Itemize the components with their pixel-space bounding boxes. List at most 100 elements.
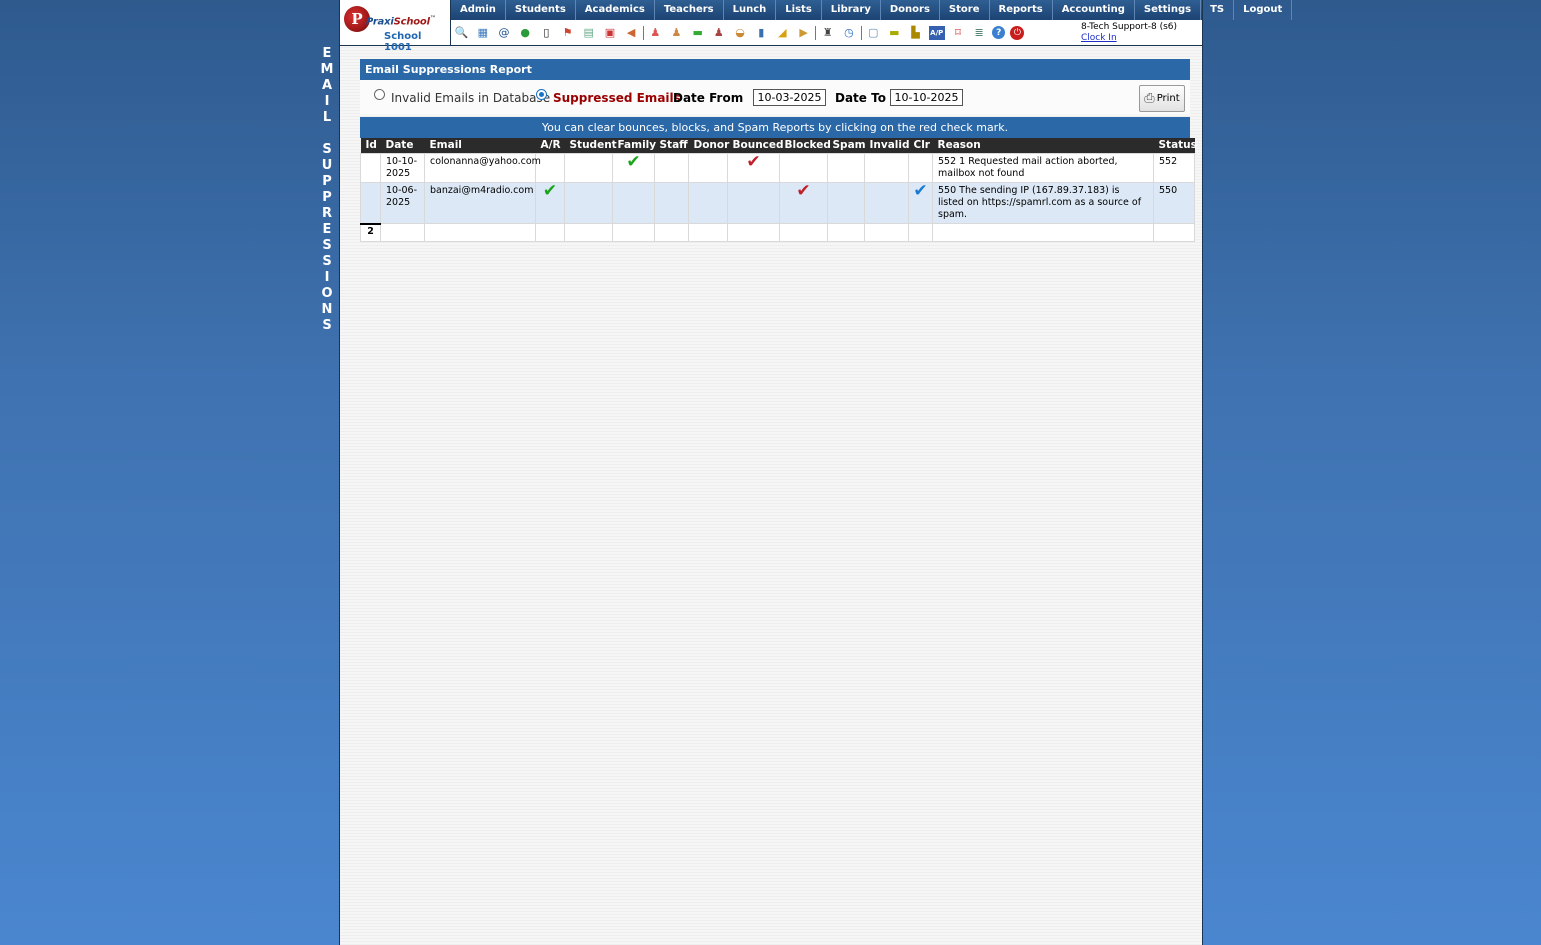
main-menu: Admin Students Academics Teachers Lunch Lists… [451, 0, 1293, 20]
invalid-emails-label[interactable]: Invalid Emails in Database [391, 91, 550, 105]
date-to-input[interactable]: 10-10-2025 [890, 89, 963, 106]
cell-empty [564, 223, 613, 242]
menu-reports[interactable]: Reports [990, 0, 1053, 20]
col-header-staff: Staff [654, 138, 689, 154]
side-title-letter: M [320, 62, 334, 77]
school-name: School 1001 [384, 31, 422, 53]
megaphone-icon[interactable]: ◀ [623, 26, 639, 40]
praxischool-logo[interactable]: P PraxiSchool™ School 1001 [340, 0, 451, 53]
app-header: P PraxiSchool™ School 1001 Admin Students… [340, 0, 1293, 53]
logo-brand: PraxiSchool™ [366, 15, 436, 28]
cell-donor [688, 182, 728, 224]
menu-teachers[interactable]: Teachers [655, 0, 724, 20]
email-at-icon[interactable]: @ [496, 26, 512, 40]
side-title-letter: E [322, 222, 332, 237]
check-mark-icon[interactable]: ✔ [746, 154, 760, 171]
calendar-grid-icon[interactable]: ▦ [475, 26, 491, 40]
cell-ar: ✔ [535, 182, 565, 224]
clock-icon[interactable]: ◷ [841, 26, 857, 40]
menu-lists[interactable]: Lists [776, 0, 822, 20]
mobile-phone-icon[interactable]: ▯ [538, 26, 554, 40]
cell-invalid [864, 182, 909, 224]
cell-blocked: ✔ [779, 182, 828, 224]
user-admin-icon[interactable]: ♜ [820, 26, 836, 40]
menu-settings[interactable]: Settings [1135, 0, 1202, 20]
toolbar-separator [642, 25, 644, 40]
side-title-letter: P [322, 190, 332, 205]
side-title-letter: I [324, 270, 330, 285]
report-card-icon[interactable]: ▤ [581, 26, 597, 40]
record-count: 2 [360, 222, 381, 242]
card-icon[interactable]: ▬ [886, 26, 902, 40]
pdf-icon[interactable]: ⌑ [950, 26, 966, 40]
book-icon[interactable]: ▮ [753, 26, 769, 40]
search-icon[interactable]: 🔍 [454, 26, 470, 40]
invalid-emails-radio[interactable] [374, 89, 385, 100]
family-icon[interactable]: ♟ [711, 26, 727, 40]
print-button[interactable]: ⎙ Print [1139, 85, 1185, 112]
date-to-label: Date To [835, 91, 886, 105]
date-from-label: Date From [673, 91, 744, 105]
cell-reason: 550 The sending IP (167.89.37.183) is li… [932, 182, 1154, 224]
toolbar-separator [860, 25, 862, 40]
stack-icon[interactable]: ≣ [971, 26, 987, 40]
user-box: 8-Tech Support-8 (s6) Clock In [1081, 22, 1177, 44]
side-title-letter: E [322, 46, 332, 61]
cell-clr [908, 153, 933, 183]
col-header-ar: A/R [535, 138, 565, 154]
menu-ts[interactable]: TS [1201, 0, 1235, 20]
cell-empty [864, 223, 909, 242]
student-icon[interactable]: ♟ [647, 26, 663, 40]
gift-icon[interactable]: ◢ [774, 26, 790, 40]
check-mark-icon[interactable]: ✔ [796, 183, 810, 200]
check-mark-icon: ✔ [626, 152, 641, 172]
cell-email: banzai@m4radio.com [424, 182, 536, 224]
suppressed-emails-label[interactable]: Suppressed Emails [553, 91, 681, 105]
bus-icon[interactable]: ▙ [908, 26, 924, 40]
menu-donors[interactable]: Donors [881, 0, 940, 20]
menu-lunch[interactable]: Lunch [724, 0, 777, 20]
money-icon[interactable]: ▬ [690, 26, 706, 40]
cell-bounced [727, 182, 780, 224]
power-icon[interactable]: ⏻ [1010, 25, 1025, 40]
menu-store[interactable]: Store [940, 0, 990, 20]
cell-spam [827, 182, 865, 224]
ap-icon[interactable]: A/P [928, 25, 945, 40]
store-icon[interactable]: ▶ [796, 26, 812, 40]
col-header-spam: Spam [827, 138, 866, 154]
table-header-row: Id Date Email A/R Student Family Staff Donor Bou… [360, 138, 1197, 154]
cell-invalid [864, 153, 909, 183]
menu-library[interactable]: Library [822, 0, 881, 20]
vertical-page-title: EMAILSUPPRESSIONS [318, 46, 336, 334]
lunch-icon[interactable]: ◒ [732, 26, 748, 40]
cell-empty [932, 223, 1154, 242]
menu-students[interactable]: Students [506, 0, 576, 20]
cell-reason: 552 1 Requested mail action aborted, mai… [932, 153, 1154, 183]
date-from-input[interactable]: 10-03-2025 [753, 89, 826, 106]
col-header-student: Student [564, 138, 617, 154]
side-title-letter: N [321, 302, 333, 317]
page-area: P PraxiSchool™ School 1001 Admin Students… [339, 0, 1293, 945]
cell-donor [688, 153, 728, 183]
document-icon[interactable]: ▢ [865, 26, 881, 40]
side-title-letter: U [321, 158, 333, 173]
help-icon[interactable]: ? [992, 26, 1006, 39]
suppressions-table: Id Date Email A/R Student Family Staff Donor Bou… [360, 138, 1197, 242]
flag-icon[interactable]: ⚑ [560, 26, 576, 40]
menu-accounting[interactable]: Accounting [1053, 0, 1135, 20]
calendar-icon[interactable]: ▣ [602, 26, 618, 40]
menu-academics[interactable]: Academics [576, 0, 655, 20]
report-panel: Email Suppressions Report Invalid Emails… [360, 59, 1197, 242]
menu-logout[interactable]: Logout [1234, 0, 1293, 20]
side-title-letter: P [322, 174, 332, 189]
side-title-letter: S [322, 318, 332, 333]
side-title-letter: A [321, 78, 333, 93]
chat-icon[interactable]: ● [517, 26, 533, 40]
teacher-icon[interactable]: ♟ [668, 26, 684, 40]
cell-empty [1153, 223, 1195, 242]
menu-admin[interactable]: Admin [451, 0, 506, 20]
clock-in-link[interactable]: Clock In [1081, 33, 1117, 43]
suppressed-emails-radio[interactable] [536, 89, 547, 100]
cell-empty [827, 223, 865, 242]
cell-empty [779, 223, 828, 242]
